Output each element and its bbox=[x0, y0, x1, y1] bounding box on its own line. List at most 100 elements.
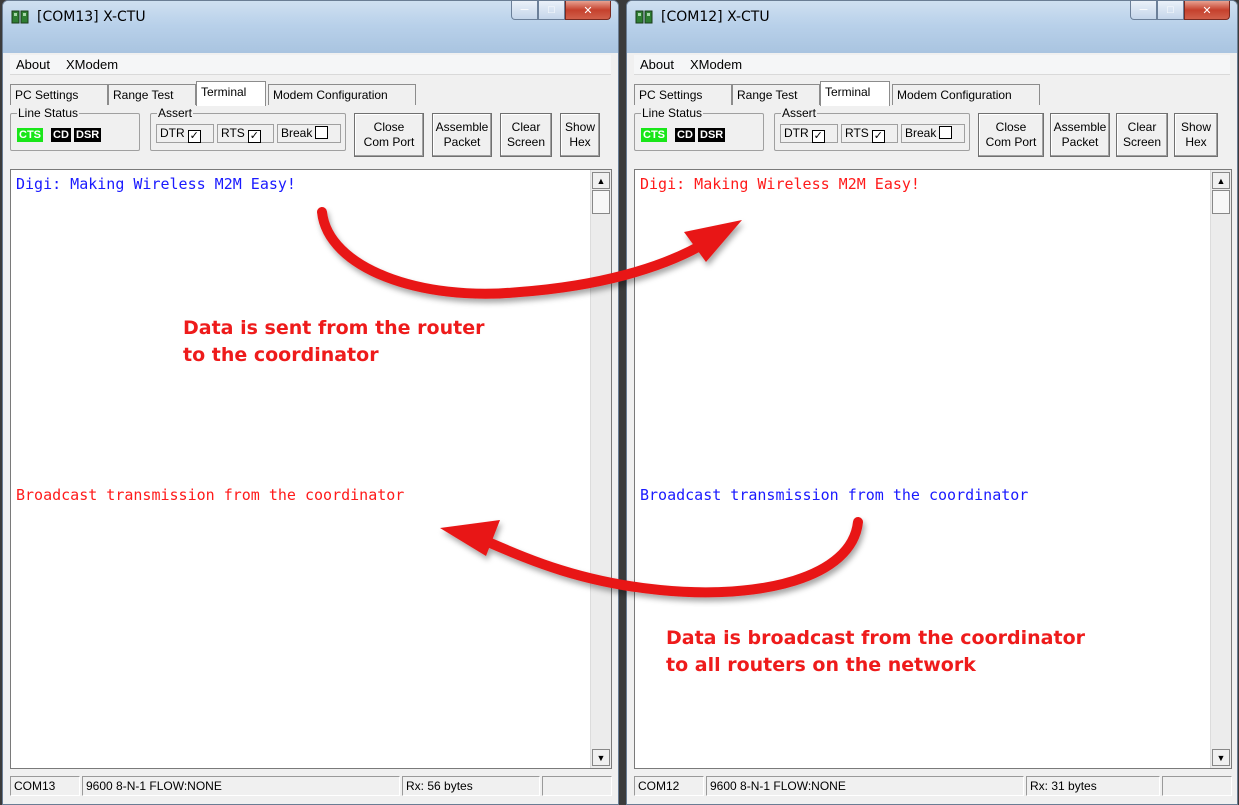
menu-xmodem[interactable]: XModem bbox=[66, 57, 118, 72]
xctu-app-icon bbox=[11, 10, 29, 24]
close-com-port-button[interactable]: Close Com Port bbox=[354, 113, 424, 157]
button-line-2: Screen bbox=[1122, 135, 1162, 149]
scroll-thumb[interactable] bbox=[1212, 190, 1230, 214]
terminal-line-received: Digi: Making Wireless M2M Easy! bbox=[16, 175, 296, 193]
tab-modem-configuration[interactable]: Modem Configuration bbox=[892, 84, 1040, 105]
close-button[interactable]: ✕ bbox=[1184, 1, 1230, 20]
menu-xmodem[interactable]: XModem bbox=[690, 57, 742, 72]
maximize-icon: □ bbox=[548, 4, 555, 16]
close-com-port-button[interactable]: Close Com Port bbox=[978, 113, 1044, 157]
scroll-up-button[interactable]: ▲ bbox=[1212, 172, 1230, 189]
line-status-title: Line Status bbox=[641, 106, 704, 120]
line-status-group: Line Status CTS CD DSR bbox=[10, 106, 140, 151]
scroll-up-icon: ▲ bbox=[1216, 175, 1226, 186]
tab-strip: PC Settings Range Test Terminal Modem Co… bbox=[10, 81, 611, 108]
title-bar[interactable]: [COM13] X-CTU ─ □ ✕ bbox=[3, 1, 618, 53]
button-line-1: Clear bbox=[511, 120, 541, 134]
tab-modem-configuration[interactable]: Modem Configuration bbox=[268, 84, 416, 105]
check-icon: ✓ bbox=[187, 130, 201, 143]
button-line-1: Show bbox=[564, 120, 596, 134]
annotation-line-2: to the coordinator bbox=[183, 344, 379, 366]
minimize-button[interactable]: ─ bbox=[511, 1, 538, 20]
scroll-up-button[interactable]: ▲ bbox=[592, 172, 610, 189]
break-checkbox[interactable]: Break bbox=[901, 124, 965, 143]
dtr-checkbox[interactable]: DTR ✓ bbox=[156, 124, 214, 143]
minimize-button[interactable]: ─ bbox=[1130, 1, 1157, 20]
line-status-group: Line Status CTS CD DSR bbox=[634, 106, 764, 151]
tab-pc-settings[interactable]: PC Settings bbox=[634, 84, 732, 105]
clear-screen-button[interactable]: Clear Screen bbox=[1116, 113, 1168, 157]
minimize-icon: ─ bbox=[520, 4, 529, 16]
tab-pc-settings[interactable]: PC Settings bbox=[10, 84, 108, 105]
window-com12: [COM12] X-CTU ─ □ ✕ About XModem PC Sett… bbox=[626, 0, 1238, 805]
show-hex-button[interactable]: Show Hex bbox=[1174, 113, 1218, 157]
button-line-2: Packet bbox=[443, 135, 481, 149]
close-button[interactable]: ✕ bbox=[565, 1, 611, 20]
assemble-packet-button[interactable]: Assemble Packet bbox=[1050, 113, 1110, 157]
button-line-2: Screen bbox=[506, 135, 546, 149]
menu-about[interactable]: About bbox=[16, 57, 50, 72]
tab-terminal[interactable]: Terminal bbox=[820, 81, 890, 106]
button-line-2: Hex bbox=[1185, 135, 1207, 149]
button-line-2: Com Port bbox=[363, 135, 415, 149]
button-line-1: Show bbox=[1180, 120, 1212, 134]
menu-bar: About XModem bbox=[634, 55, 1230, 75]
unchecked-box bbox=[315, 126, 329, 139]
break-label: Break bbox=[905, 126, 937, 140]
cd-indicator: CD bbox=[51, 128, 71, 142]
assemble-packet-button[interactable]: Assemble Packet bbox=[432, 113, 492, 157]
terminal-toolbar: Line Status CTS CD DSR Assert DTR ✓ RTS ✓ … bbox=[634, 106, 1230, 167]
status-bar: COM13 9600 8-N-1 FLOW:NONE Rx: 56 bytes bbox=[10, 776, 612, 796]
check-icon: ✓ bbox=[247, 130, 261, 143]
maximize-button[interactable]: □ bbox=[538, 1, 565, 20]
tab-range-test[interactable]: Range Test bbox=[732, 84, 820, 105]
rts-checkbox[interactable]: RTS ✓ bbox=[841, 124, 898, 143]
rts-label: RTS bbox=[845, 126, 869, 140]
annotation-router-to-coordinator: Data is sent from the router to the coor… bbox=[183, 315, 484, 369]
tab-strip: PC Settings Range Test Terminal Modem Co… bbox=[634, 81, 1230, 108]
minimize-icon: ─ bbox=[1139, 4, 1148, 16]
dtr-checkbox[interactable]: DTR ✓ bbox=[780, 124, 838, 143]
rts-checkbox[interactable]: RTS ✓ bbox=[217, 124, 274, 143]
break-label: Break bbox=[281, 126, 313, 140]
terminal-toolbar: Line Status CTS CD DSR Assert DTR ✓ RTS ✓ … bbox=[10, 106, 611, 167]
line-status-title: Line Status bbox=[17, 106, 80, 120]
close-icon: ✕ bbox=[1202, 4, 1212, 17]
break-checkbox[interactable]: Break bbox=[277, 124, 341, 143]
tab-terminal[interactable]: Terminal bbox=[196, 81, 266, 106]
terminal-output[interactable]: Digi: Making Wireless M2M Easy! Broadcas… bbox=[634, 169, 1232, 769]
scroll-thumb[interactable] bbox=[592, 190, 610, 214]
xctu-app-icon bbox=[635, 10, 653, 24]
status-port: COM13 bbox=[10, 776, 80, 796]
maximize-icon: □ bbox=[1167, 4, 1174, 16]
dsr-indicator: DSR bbox=[74, 128, 102, 142]
button-line-1: Close bbox=[373, 120, 405, 134]
terminal-output[interactable]: Digi: Making Wireless M2M Easy! Broadcas… bbox=[10, 169, 612, 769]
assert-title: Assert bbox=[157, 106, 194, 120]
vertical-scrollbar[interactable]: ▲ ▼ bbox=[590, 170, 611, 768]
title-bar[interactable]: [COM12] X-CTU ─ □ ✕ bbox=[627, 1, 1237, 53]
scroll-down-button[interactable]: ▼ bbox=[1212, 749, 1230, 766]
clear-screen-button[interactable]: Clear Screen bbox=[500, 113, 552, 157]
button-line-2: Com Port bbox=[985, 135, 1037, 149]
show-hex-button[interactable]: Show Hex bbox=[560, 113, 600, 157]
button-line-1: Assemble bbox=[1053, 120, 1107, 134]
annotation-broadcast-to-routers: Data is broadcast from the coordinator t… bbox=[666, 625, 1085, 679]
tab-range-test[interactable]: Range Test bbox=[108, 84, 196, 105]
window-title: [COM13] X-CTU bbox=[37, 9, 146, 25]
window-title: [COM12] X-CTU bbox=[661, 9, 770, 25]
window-com13: [COM13] X-CTU ─ □ ✕ About XModem PC Sett… bbox=[2, 0, 619, 805]
annotation-line-1: Data is broadcast from the coordinator bbox=[666, 627, 1086, 649]
terminal-line-broadcast: Broadcast transmission from the coordina… bbox=[640, 486, 1029, 504]
vertical-scrollbar[interactable]: ▲ ▼ bbox=[1210, 170, 1231, 768]
maximize-button[interactable]: □ bbox=[1157, 1, 1184, 20]
button-line-1: Assemble bbox=[435, 120, 489, 134]
dsr-indicator: DSR bbox=[698, 128, 726, 142]
scroll-down-button[interactable]: ▼ bbox=[592, 749, 610, 766]
scroll-up-icon: ▲ bbox=[596, 175, 606, 186]
annotation-line-2: to all routers on the network bbox=[666, 654, 976, 676]
menu-about[interactable]: About bbox=[640, 57, 674, 72]
close-icon: ✕ bbox=[583, 4, 593, 17]
status-rx: Rx: 31 bytes bbox=[1026, 776, 1160, 796]
cts-indicator: CTS bbox=[641, 128, 667, 142]
